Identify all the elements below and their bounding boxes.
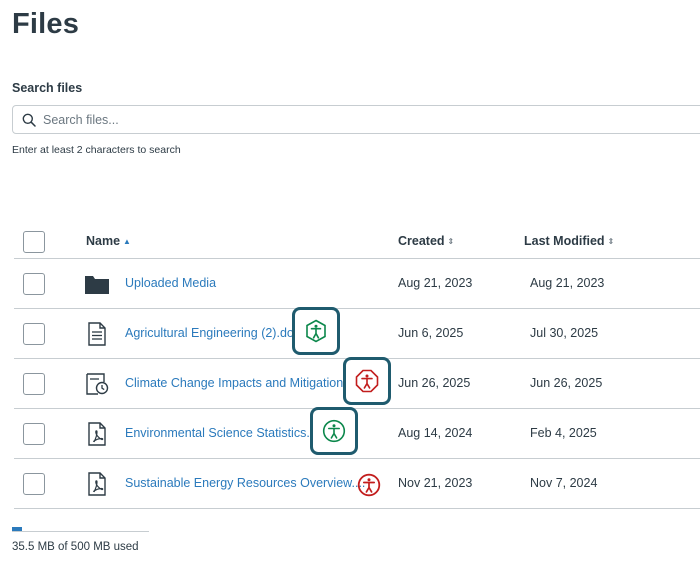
row-checkbox[interactable] bbox=[23, 323, 45, 345]
column-label-created: Created bbox=[398, 234, 445, 248]
file-name-link[interactable]: Environmental Science Statistics.pdf bbox=[125, 426, 327, 440]
row-checkbox[interactable] bbox=[23, 373, 45, 395]
accessibility-passed-icon bbox=[322, 419, 346, 443]
created-date: Aug 21, 2023 bbox=[398, 276, 473, 290]
row-checkbox[interactable] bbox=[23, 423, 45, 445]
folder-icon bbox=[85, 276, 109, 294]
modified-date: Aug 21, 2023 bbox=[530, 276, 605, 290]
modified-date: Feb 4, 2025 bbox=[530, 426, 597, 440]
accessibility-issues-icon[interactable] bbox=[357, 473, 381, 497]
accessibility-issues-icon bbox=[355, 369, 379, 393]
files-table: Name ▲ Created ⇕ Last Modified ⇕ Uploaded M… bbox=[14, 224, 700, 509]
storage-usage-fill bbox=[12, 527, 22, 531]
column-label-name: Name bbox=[86, 234, 121, 248]
column-header-last-modified[interactable]: Last Modified ⇕ bbox=[524, 234, 614, 248]
file-name-link[interactable]: Sustainable Energy Resources Overview...… bbox=[125, 476, 365, 490]
created-date: Jun 26, 2025 bbox=[398, 376, 471, 390]
table-row: Sustainable Energy Resources Overview...… bbox=[14, 459, 700, 509]
search-box[interactable] bbox=[12, 105, 700, 134]
column-header-name[interactable]: Name ▲ bbox=[86, 234, 131, 248]
modified-date: Jul 30, 2025 bbox=[530, 326, 599, 340]
search-hint: Enter at least 2 characters to search bbox=[12, 144, 181, 156]
row-checkbox[interactable] bbox=[23, 473, 45, 495]
scheduled-document-icon bbox=[86, 373, 109, 395]
table-row: Uploaded Media Aug 21, 2023 Aug 21, 2023 bbox=[14, 259, 700, 309]
table-row: Environmental Science Statistics.pdf Aug… bbox=[14, 407, 700, 459]
file-name-link[interactable]: Climate Change Impacts and Mitigation ..… bbox=[125, 376, 357, 390]
created-date: Aug 14, 2024 bbox=[398, 426, 473, 440]
sort-icon: ⇕ bbox=[607, 237, 615, 246]
pdf-icon bbox=[88, 422, 106, 446]
accessibility-button[interactable] bbox=[292, 307, 340, 355]
storage-usage-bar bbox=[12, 527, 149, 532]
pdf-icon bbox=[88, 472, 106, 496]
sort-icon: ⇕ bbox=[447, 237, 455, 246]
column-label-last-modified: Last Modified bbox=[524, 234, 605, 248]
accessibility-passed-icon bbox=[306, 319, 326, 343]
table-header: Name ▲ Created ⇕ Last Modified ⇕ bbox=[14, 224, 700, 259]
row-checkbox[interactable] bbox=[23, 273, 45, 295]
search-input[interactable] bbox=[43, 106, 683, 133]
search-icon bbox=[22, 113, 36, 127]
modified-date: Nov 7, 2024 bbox=[530, 476, 598, 490]
sort-asc-icon: ▲ bbox=[123, 237, 131, 246]
document-icon bbox=[88, 322, 106, 346]
table-row: Agricultural Engineering (2).docx Jun 6,… bbox=[14, 307, 700, 359]
modified-date: Jun 26, 2025 bbox=[530, 376, 603, 390]
table-row: Climate Change Impacts and Mitigation ..… bbox=[14, 357, 700, 409]
file-name-link[interactable]: Agricultural Engineering (2).docx bbox=[125, 326, 306, 340]
accessibility-button[interactable] bbox=[310, 407, 358, 455]
storage-usage-text: 35.5 MB of 500 MB used bbox=[12, 541, 139, 553]
created-date: Jun 6, 2025 bbox=[398, 326, 464, 340]
accessibility-button[interactable] bbox=[343, 357, 391, 405]
select-all-checkbox[interactable] bbox=[23, 231, 45, 253]
created-date: Nov 21, 2023 bbox=[398, 476, 473, 490]
page-title: Files bbox=[12, 8, 80, 40]
column-header-created[interactable]: Created ⇕ bbox=[398, 234, 454, 248]
search-label: Search files bbox=[12, 81, 83, 95]
file-name-link[interactable]: Uploaded Media bbox=[125, 276, 216, 290]
